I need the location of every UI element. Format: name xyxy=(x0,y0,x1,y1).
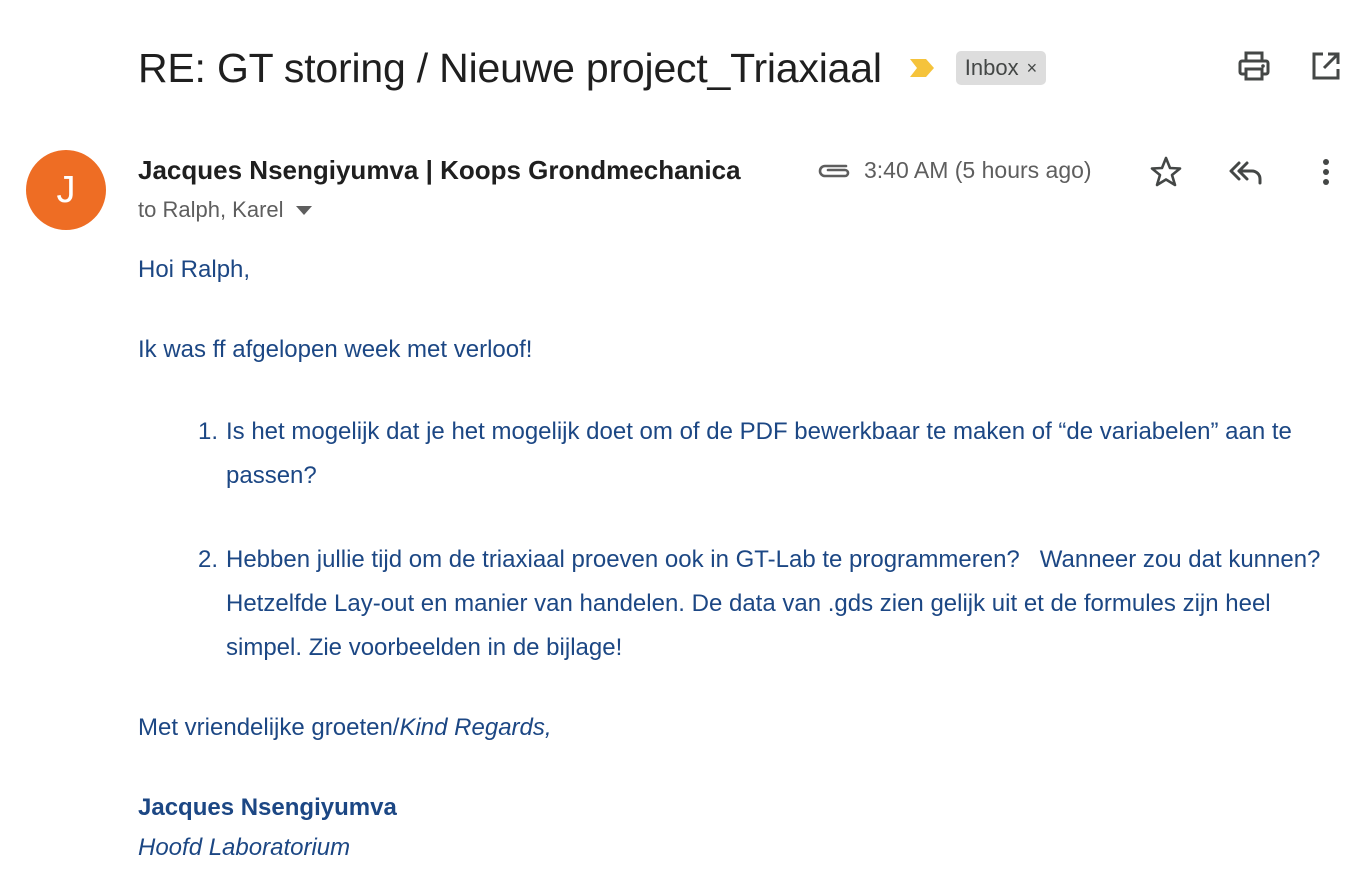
intro-text: Ik was ff afgelopen week met verloof! xyxy=(138,336,533,363)
list-item-text: Is het mogelijk dat je het mogelijk doet… xyxy=(226,418,1292,489)
subject-row: RE: GT storing / Nieuwe project_Triaxiaa… xyxy=(138,40,1047,96)
message-time: 3:40 AM (5 hours ago) xyxy=(864,156,1092,183)
sender-name[interactable]: Jacques Nsengiyumva | Koops Grondmechani… xyxy=(138,155,798,186)
inbox-label-chip: Inbox × xyxy=(955,51,1047,85)
signature-title: Hoofd Laboratorium xyxy=(138,834,351,861)
more-vertical-icon[interactable] xyxy=(1306,152,1346,192)
print-icon[interactable] xyxy=(1236,48,1272,84)
closing-regular: Met vriendelijke groeten/ xyxy=(138,714,400,741)
remove-label-button[interactable]: × xyxy=(1027,58,1038,79)
sender-row: Jacques Nsengiyumva | Koops Grondmechani… xyxy=(138,152,1092,188)
reply-all-icon[interactable] xyxy=(1226,152,1266,192)
paperclip-icon xyxy=(816,158,852,182)
list-item-text: Hebben jullie tijd om de triaxiaal proev… xyxy=(226,546,1328,661)
closing-italic: Kind Regards, xyxy=(399,714,552,741)
list-item: 1. Is het mogelijk dat je het mogelijk d… xyxy=(178,410,1328,498)
greeting-text: Hoi Ralph, xyxy=(138,256,251,283)
list-item-number: 1. xyxy=(197,418,218,445)
email-view: RE: GT storing / Nieuwe project_Triaxiaa… xyxy=(0,0,1362,872)
signature-name: Jacques Nsengiyumva xyxy=(138,794,397,821)
recipients-row[interactable]: to Ralph, Karel xyxy=(138,194,312,226)
inbox-label-text: Inbox xyxy=(964,55,1019,80)
recipients-text: to Ralph, Karel xyxy=(138,197,284,222)
email-subject: RE: GT storing / Nieuwe project_Triaxiaa… xyxy=(138,44,882,91)
star-icon[interactable] xyxy=(1146,152,1186,192)
list-item-number: 2. xyxy=(197,546,218,573)
list-item: 2. Hebben jullie tijd om de triaxiaal pr… xyxy=(178,538,1328,670)
sender-avatar[interactable]: J xyxy=(26,150,106,230)
open-in-new-window-icon[interactable] xyxy=(1308,48,1344,84)
closing-text: Met vriendelijke groeten/Kind Regards, xyxy=(138,706,552,750)
importance-marker-icon[interactable] xyxy=(908,57,936,79)
chevron-down-icon[interactable] xyxy=(295,205,312,215)
